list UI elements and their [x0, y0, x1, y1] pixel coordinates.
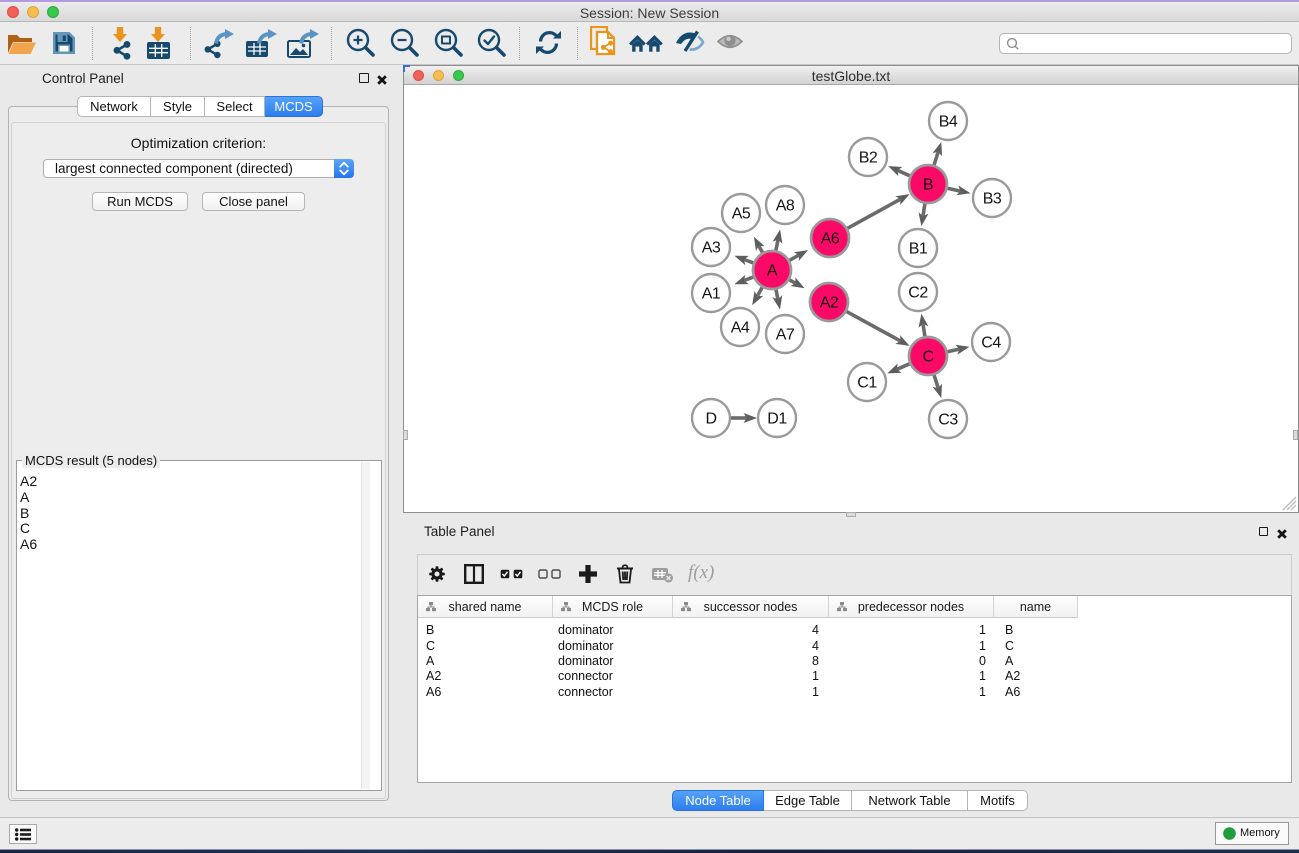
svg-text:A7: A7	[776, 327, 795, 344]
svg-text:B: B	[923, 177, 933, 194]
svg-text:B2: B2	[859, 150, 878, 167]
svg-text:A3: A3	[702, 240, 721, 257]
svg-text:B1: B1	[909, 241, 928, 258]
svg-text:C: C	[922, 349, 933, 366]
svg-text:B4: B4	[939, 114, 958, 131]
svg-text:D: D	[705, 411, 716, 428]
svg-text:A5: A5	[732, 206, 751, 223]
svg-text:B3: B3	[983, 191, 1002, 208]
svg-text:A4: A4	[731, 320, 750, 337]
svg-text:A2: A2	[820, 295, 839, 312]
svg-text:A1: A1	[702, 286, 721, 303]
svg-text:C1: C1	[857, 375, 877, 392]
svg-text:C4: C4	[981, 335, 1001, 352]
svg-text:A8: A8	[776, 198, 795, 215]
svg-text:C3: C3	[938, 412, 958, 429]
svg-text:C2: C2	[908, 285, 928, 302]
svg-text:D1: D1	[767, 411, 787, 428]
svg-text:A6: A6	[821, 231, 840, 248]
svg-text:A: A	[767, 263, 778, 280]
